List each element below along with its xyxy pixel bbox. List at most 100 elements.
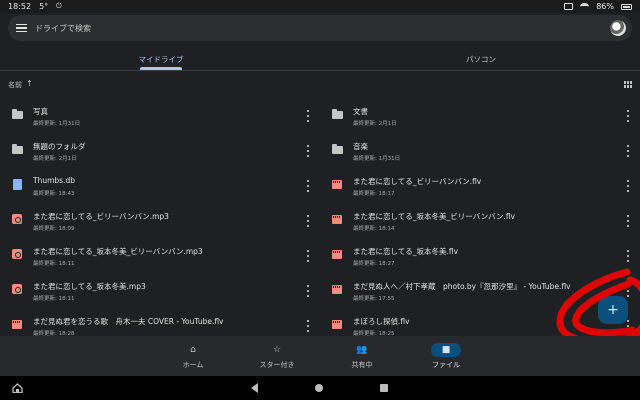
status-bar: 18:52 5° ⏻ 86% <box>0 0 640 13</box>
file-modified: 最終更新: 17:55 <box>353 296 395 302</box>
file-name: 写真 <box>33 107 48 116</box>
video-icon <box>332 250 342 259</box>
file-item[interactable]: まだ見ぬ人へ／村下孝蔵 photo.by『忽那汐里』 - YouTube.flv… <box>328 274 640 308</box>
file-item[interactable]: 文書最終更新: 2月1日 <box>328 99 640 133</box>
more-options-icon[interactable] <box>306 285 310 297</box>
file-modified: 最終更新: 18:17 <box>353 191 395 197</box>
file-modified: 最終更新: 18:09 <box>33 226 75 232</box>
home-button[interactable] <box>315 384 323 392</box>
file-name: また君に恋してる_坂本冬美.flv <box>353 247 459 256</box>
drive-tabs: マイドライブ パソコン <box>0 48 640 71</box>
more-options-icon[interactable] <box>626 180 630 192</box>
more-options-icon[interactable] <box>626 320 630 332</box>
more-options-icon[interactable] <box>306 250 310 262</box>
home-icon: ⌂ <box>190 344 196 355</box>
tab-divider <box>0 70 640 71</box>
back-button[interactable] <box>251 383 258 393</box>
file-name: また君に恋してる_ビリーバンバン.mp3 <box>33 212 169 221</box>
more-options-icon[interactable] <box>306 215 310 227</box>
nav-label: ファイル <box>432 361 460 369</box>
file-modified: 最終更新: 18:27 <box>353 261 395 267</box>
file-item[interactable]: また君に恋してる_坂本冬美_ビリーバンバン.flv 最終更新: 18:14 <box>328 204 640 238</box>
file-modified: 最終更新: 18:11 <box>33 296 75 302</box>
battery-icon <box>621 3 632 10</box>
video-icon <box>332 285 342 294</box>
nav-label: スター付き <box>259 361 295 369</box>
status-time: 18:52 <box>8 2 32 11</box>
file-name: まだ見ぬ君を恋うる歌 舟木一夫 COVER - YouTube.flv <box>33 317 224 326</box>
menu-icon[interactable] <box>16 24 27 32</box>
file-name: 文書 <box>353 107 368 116</box>
audio-icon <box>12 284 22 294</box>
battery-percent: 86% <box>596 2 614 11</box>
video-icon <box>332 320 342 329</box>
plus-icon: + <box>607 302 619 318</box>
more-options-icon[interactable] <box>626 250 630 262</box>
audio-icon <box>12 249 22 259</box>
video-icon <box>332 215 342 224</box>
system-navigation-bar <box>0 376 640 400</box>
audio-icon <box>12 214 22 224</box>
more-options-icon[interactable] <box>306 145 310 157</box>
launcher-home-icon[interactable] <box>12 383 23 393</box>
more-options-icon[interactable] <box>306 320 310 332</box>
video-icon <box>12 320 22 329</box>
file-item[interactable]: また君に恋してる_ビリーバンバン.mp3 最終更新: 18:09 <box>8 204 320 238</box>
bottom-navigation: ⌂ ホーム ☆ スター付き 👥 共有中 ■ ファイル <box>0 336 640 376</box>
star-icon: ☆ <box>272 344 282 355</box>
nav-shared[interactable]: 👥 共有中 <box>332 336 392 376</box>
file-modified: 最終更新: 18:11 <box>33 261 75 267</box>
more-options-icon[interactable] <box>626 145 630 157</box>
file-name: 音楽 <box>353 142 368 151</box>
power-icon: ⏻ <box>56 2 62 10</box>
more-options-icon[interactable] <box>306 180 310 192</box>
file-item[interactable]: 無題のフォルダ 最終更新: 2月1日 <box>8 134 320 168</box>
file-modified: 最終更新: 2月1日 <box>353 121 397 127</box>
nav-files[interactable]: ■ ファイル <box>416 336 476 376</box>
file-name: 無題のフォルダ <box>33 142 86 151</box>
arrow-up-icon[interactable]: ↑ <box>26 79 33 88</box>
file-item[interactable]: 音楽 最終更新: 1月31日 <box>328 134 640 168</box>
file-name: Thumbs.db <box>33 176 75 185</box>
file-name: また君に恋してる_ビリーバンバン.flv <box>353 177 482 186</box>
grid-view-icon[interactable] <box>624 81 633 89</box>
people-icon: 👥 <box>356 344 368 355</box>
file-item[interactable]: Thumbs.db 最終更新: 18:43 <box>8 169 320 203</box>
search-bar[interactable]: ドライブで検索 <box>8 15 632 41</box>
more-options-icon[interactable] <box>626 110 630 122</box>
sort-by-name-button[interactable]: 名前 <box>8 80 22 90</box>
file-item[interactable]: また君に恋してる_坂本冬美.flv 最終更新: 18:27 <box>328 239 640 273</box>
avatar[interactable] <box>610 20 626 36</box>
folder-icon <box>332 144 343 154</box>
folder-icon <box>332 109 343 119</box>
more-options-icon[interactable] <box>306 110 310 122</box>
search-input[interactable]: ドライブで検索 <box>35 23 91 34</box>
file-item[interactable]: また君に恋してる_坂本冬美_ビリーバンバン.mp3 最終更新: 18:11 <box>8 239 320 273</box>
recents-button[interactable] <box>380 384 388 392</box>
folder-icon <box>12 109 23 119</box>
wifi-icon <box>580 3 590 10</box>
sort-bar: 名前 ↑ <box>0 78 640 92</box>
nav-label: ホーム <box>182 361 204 369</box>
status-temperature: 5° <box>39 2 49 11</box>
file-item[interactable]: また君に恋してる_ビリーバンバン.flv 最終更新: 18:17 <box>328 169 640 203</box>
file-name: また君に恋してる_坂本冬美.mp3 <box>33 282 146 291</box>
file-modified: 最終更新: 18:43 <box>33 191 75 197</box>
screenshot-icon <box>564 3 574 10</box>
nav-home[interactable]: ⌂ ホーム <box>163 336 223 376</box>
more-options-icon[interactable] <box>626 215 630 227</box>
new-button[interactable]: + <box>598 296 628 324</box>
tab-computers[interactable]: パソコン <box>440 48 522 70</box>
file-modified: 最終更新: 1月31日 <box>33 121 81 127</box>
file-item[interactable]: また君に恋してる_坂本冬美.mp3 最終更新: 18:11 <box>8 274 320 308</box>
file-item[interactable]: 写真最終更新: 1月31日 <box>8 99 320 133</box>
file-name: また君に恋してる_坂本冬美_ビリーバンバン.flv <box>353 212 515 221</box>
file-name: まだ見ぬ人へ／村下孝蔵 photo.by『忽那汐里』 - YouTube.flv <box>353 282 571 291</box>
more-options-icon[interactable] <box>626 285 630 297</box>
nav-label: 共有中 <box>351 361 373 369</box>
file-modified: 最終更新: 2月1日 <box>33 156 77 162</box>
nav-starred[interactable]: ☆ スター付き <box>247 336 307 376</box>
folder-icon <box>12 144 23 154</box>
file-modified: 最終更新: 18:14 <box>353 226 395 232</box>
file-name: また君に恋してる_坂本冬美_ビリーバンバン.mp3 <box>33 247 203 256</box>
